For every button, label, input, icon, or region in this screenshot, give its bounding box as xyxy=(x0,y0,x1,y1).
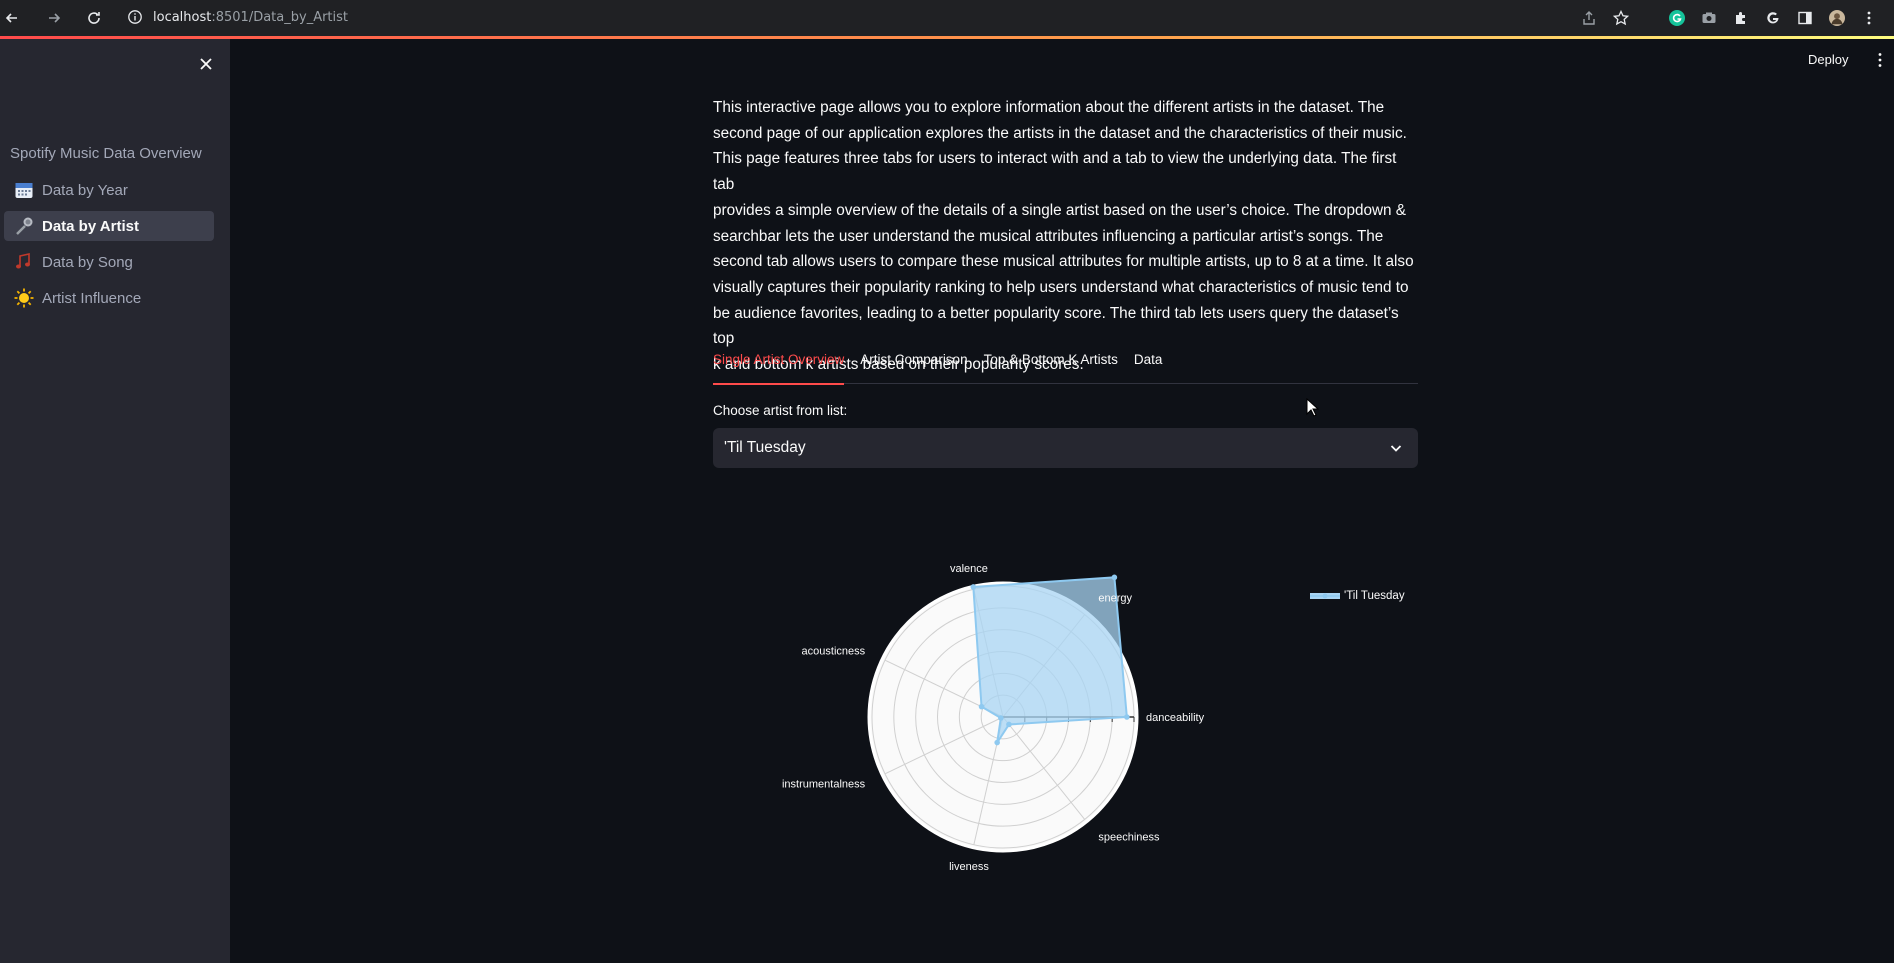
sidebar-item-data-by-song[interactable]: Data by Song xyxy=(4,247,214,277)
sidebar-item-label: Artist Influence xyxy=(42,289,142,307)
sidebar-item-artist-influence[interactable]: Artist Influence xyxy=(4,283,214,313)
radar-data-point xyxy=(970,584,977,590)
main-menu-icon[interactable] xyxy=(1876,52,1884,68)
artist-select-value: 'Til Tuesday xyxy=(724,439,806,456)
sidebar-item-data-by-artist[interactable]: Data by Artist xyxy=(4,211,214,241)
side-panel-icon[interactable] xyxy=(1796,9,1814,27)
back-arrow-icon[interactable] xyxy=(0,6,24,30)
intro-line: searchbar lets the user understand the m… xyxy=(713,227,1384,245)
profile-avatar-icon[interactable] xyxy=(1828,9,1846,27)
extensions-puzzle-icon[interactable] xyxy=(1732,9,1750,27)
sidebar-item-label: Data by Year xyxy=(42,181,128,199)
radar-data-point xyxy=(1006,721,1012,728)
radar-chart: danceability energy valence acousticness ins… xyxy=(782,563,1205,873)
artist-select[interactable]: 'Til Tuesday xyxy=(713,428,1418,468)
radar-axis-label: energy xyxy=(1098,592,1132,604)
intro-paragraph: This interactive page allows you to expl… xyxy=(713,95,1418,378)
deploy-button[interactable]: Deploy xyxy=(1808,52,1848,67)
chart-legend: 'Til Tuesday xyxy=(1310,590,1405,602)
url-text: localhost:8501/Data_by_Artist xyxy=(153,9,349,25)
radar-axis-label: speechiness xyxy=(1098,832,1160,844)
close-sidebar-icon[interactable] xyxy=(196,54,216,74)
camera-icon[interactable] xyxy=(1700,9,1718,27)
intro-line: provides a simple overview of the detail… xyxy=(713,201,1406,219)
radar-data-point xyxy=(1124,714,1130,720)
sidebar-item-label: Data by Song xyxy=(42,253,133,271)
bookmark-star-icon[interactable] xyxy=(1612,9,1630,27)
legend-swatch xyxy=(1310,593,1340,599)
intro-line: This interactive page allows you to expl… xyxy=(713,99,1385,116)
forward-arrow-icon[interactable] xyxy=(42,6,66,30)
header-decoration-line xyxy=(0,36,1894,39)
radar-axis-label: liveness xyxy=(949,861,989,873)
radar-data-point xyxy=(994,739,1000,746)
chrome-menu-icon[interactable] xyxy=(1860,9,1878,27)
sidebar: Spotify Music Data Overview Data by Year… xyxy=(0,39,230,963)
sidebar-app-title[interactable]: Spotify Music Data Overview xyxy=(10,145,202,162)
tab-data[interactable]: Data xyxy=(1134,346,1163,384)
chevron-down-icon xyxy=(1390,445,1402,452)
google-icon[interactable] xyxy=(1764,9,1782,27)
radar-data-point xyxy=(978,703,985,710)
address-bar[interactable]: localhost:8501/Data_by_Artist xyxy=(127,4,1657,30)
sidebar-item-label: Data by Artist xyxy=(42,217,139,235)
sidebar-item-data-by-year[interactable]: Data by Year xyxy=(4,175,214,205)
radar-axis-label: instrumentalness xyxy=(782,778,866,790)
tab-single-artist-overview[interactable]: Single Artist Overview xyxy=(713,346,845,385)
legend-label: 'Til Tuesday xyxy=(1344,590,1405,602)
intro-line: second tab allows users to compare these… xyxy=(713,253,1414,271)
intro-line: This page features three tabs for users … xyxy=(713,150,1397,194)
radar-data-point xyxy=(1111,574,1118,581)
share-icon[interactable] xyxy=(1580,9,1598,27)
tab-bar: Single Artist Overview Artist Comparison… xyxy=(713,346,1418,385)
intro-line: be audience favorites, leading to a bett… xyxy=(713,304,1399,348)
radar-data-point xyxy=(998,715,1004,721)
music-notes-icon xyxy=(14,252,34,272)
microphone-icon xyxy=(14,216,34,236)
site-info-icon[interactable] xyxy=(127,9,143,25)
mouse-cursor-icon xyxy=(1306,398,1320,417)
reload-icon[interactable] xyxy=(82,6,106,30)
tab-top-bottom-k-artists[interactable]: Top & Bottom K Artists xyxy=(984,346,1118,384)
grammarly-icon[interactable] xyxy=(1668,9,1686,27)
sun-icon xyxy=(14,288,34,308)
browser-toolbar: localhost:8501/Data_by_Artist xyxy=(0,0,1894,36)
radar-axis-label: danceability xyxy=(1146,712,1205,724)
tab-artist-comparison[interactable]: Artist Comparison xyxy=(860,346,967,384)
calendar-icon xyxy=(14,180,34,200)
artist-select-label: Choose artist from list: xyxy=(713,403,848,418)
radar-axis-label: acousticness xyxy=(802,646,866,658)
radar-axis-label: valence xyxy=(950,563,988,575)
intro-line: visually captures their popularity ranki… xyxy=(713,278,1409,296)
intro-line: second page of our application explores … xyxy=(713,124,1407,142)
